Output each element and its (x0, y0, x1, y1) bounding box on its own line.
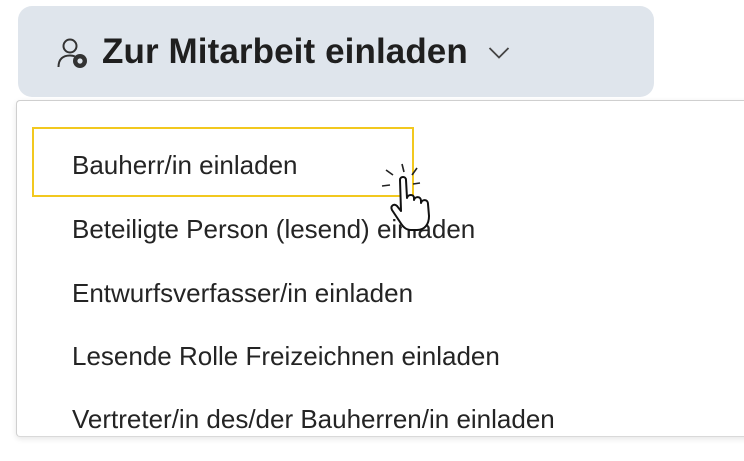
invite-role-dropdown: Bauherr/in einladen Beteiligte Person (l… (16, 100, 744, 437)
chevron-down-icon (488, 46, 509, 59)
invite-button-label: Zur Mitarbeit einladen (102, 31, 468, 71)
menu-item-vertreter[interactable]: Vertreter/in des/der Bauherren/in einlad… (17, 393, 555, 445)
menu-item-lesende-rolle[interactable]: Lesende Rolle Freizeichnen einladen (17, 330, 500, 382)
menu-item-beteiligte-person[interactable]: Beteiligte Person (lesend) einladen (17, 203, 475, 255)
menu-item-bauherr[interactable]: Bauherr/in einladen (17, 139, 298, 191)
invite-collaboration-button[interactable]: Zur Mitarbeit einladen (18, 6, 654, 97)
user-add-icon (57, 38, 87, 68)
menu-item-entwurfsverfasser[interactable]: Entwurfsverfasser/in einladen (17, 267, 413, 319)
page: Zur Mitarbeit einladen Bauherr/in einlad… (0, 0, 744, 461)
